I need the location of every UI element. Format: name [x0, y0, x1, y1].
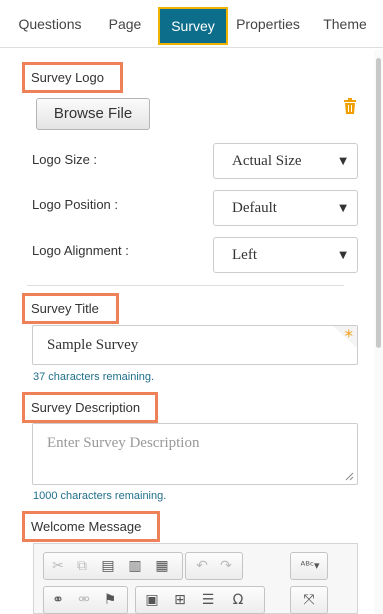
logo-position-label: Logo Position : [32, 197, 119, 212]
clipboard-group: ✂ ⧉ ▤ ▥ ▦ [43, 552, 183, 580]
survey-description-textarea[interactable]: Enter Survey Description [32, 423, 358, 485]
survey-title-value: Sample Survey [47, 337, 139, 353]
horizontal-line-icon[interactable]: ☰ [200, 592, 216, 608]
anchor-flag-icon[interactable]: ⚑ [102, 592, 118, 608]
undo-icon[interactable]: ↶ [194, 558, 210, 574]
required-star-icon: * [344, 327, 354, 347]
logo-size-label: Logo Size : [32, 152, 98, 167]
spellcheck-icon[interactable]: ᴬᴮᶜ▾ [297, 558, 323, 574]
title-remaining-text: 37 characters remaining. [33, 371, 155, 383]
welcome-editor-toolbar: ✂ ⧉ ▤ ▥ ▦ ↶ ↷ ᴬᴮᶜ▾ ⚭ ⚮ ⚑ ▣ ⊞ ☰ Ω ⤧ [33, 543, 358, 614]
scrollbar-thumb[interactable] [376, 58, 381, 348]
chevron-down-icon: ▼ [339, 250, 347, 261]
tab-properties[interactable]: Properties [228, 0, 308, 48]
browse-file-button[interactable]: Browse File [36, 98, 150, 130]
resize-handle-icon[interactable] [345, 472, 354, 481]
insert-group: ▣ ⊞ ☰ Ω [135, 586, 265, 614]
survey-title-input[interactable]: Sample Survey * [32, 325, 358, 365]
logo-size-select[interactable]: Actual Size ▼ [213, 143, 358, 179]
tab-page[interactable]: Page [100, 0, 150, 48]
link-group: ⚭ ⚮ ⚑ [43, 586, 128, 614]
survey-logo-label: Survey Logo [22, 62, 123, 93]
cut-icon[interactable]: ✂ [50, 558, 66, 574]
link-icon[interactable]: ⚭ [50, 592, 66, 608]
paste-icon[interactable]: ▤ [100, 558, 116, 574]
tab-survey[interactable]: Survey [158, 7, 228, 45]
logo-alignment-value: Left [232, 247, 257, 263]
survey-description-placeholder: Enter Survey Description [47, 435, 200, 451]
trash-icon[interactable] [343, 98, 357, 114]
section-divider [27, 285, 344, 286]
spellcheck-group: ᴬᴮᶜ▾ [290, 552, 328, 580]
undo-redo-group: ↶ ↷ [185, 552, 243, 580]
logo-position-value: Default [232, 200, 277, 216]
description-remaining-text: 1000 characters remaining. [33, 490, 167, 502]
table-icon[interactable]: ⊞ [172, 592, 188, 608]
paste-text-icon[interactable]: ▥ [127, 558, 143, 574]
chevron-down-icon: ▼ [339, 203, 347, 214]
survey-title-label: Survey Title [22, 293, 119, 324]
welcome-message-label: Welcome Message [22, 511, 160, 542]
tab-bar: Questions Page Survey Properties Theme [0, 0, 383, 48]
special-char-icon[interactable]: Ω [230, 592, 246, 608]
logo-position-select[interactable]: Default ▼ [213, 190, 358, 226]
unlink-icon[interactable]: ⚮ [76, 592, 92, 608]
chevron-down-icon: ▼ [339, 156, 347, 167]
maximize-group: ⤧ [290, 586, 328, 614]
tab-questions[interactable]: Questions [8, 0, 92, 48]
image-icon[interactable]: ▣ [144, 592, 160, 608]
logo-alignment-select[interactable]: Left ▼ [213, 237, 358, 273]
logo-alignment-label: Logo Alignment : [32, 243, 129, 258]
paste-word-icon[interactable]: ▦ [154, 558, 170, 574]
copy-icon[interactable]: ⧉ [74, 558, 90, 574]
maximize-icon[interactable]: ⤧ [301, 592, 317, 608]
survey-description-label: Survey Description [22, 392, 158, 423]
redo-icon[interactable]: ↷ [218, 558, 234, 574]
logo-size-value: Actual Size [232, 153, 302, 169]
tab-theme[interactable]: Theme [314, 0, 376, 48]
